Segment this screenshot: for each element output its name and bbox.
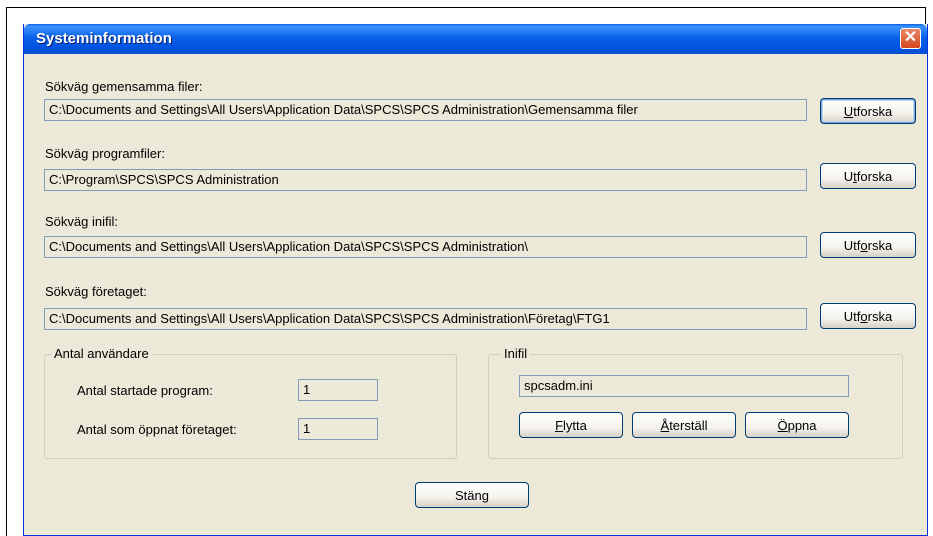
explore-program-files-button[interactable]: Utforska (820, 163, 916, 189)
inifile-group: Inifil spcsadm.ini Flytta Återställ Öppn… (488, 346, 903, 459)
users-group: Antal användare Antal startade program: … (44, 346, 457, 459)
company-path[interactable]: C:\Documents and Settings\All Users\Appl… (44, 308, 807, 330)
inifile-path-label: Sökväg inifil: (45, 214, 118, 229)
company-path-label: Sökväg företaget: (45, 284, 147, 299)
inifile-path[interactable]: C:\Documents and Settings\All Users\Appl… (44, 236, 807, 258)
started-programs-label: Antal startade program: (77, 383, 213, 398)
program-files-path[interactable]: C:\Program\SPCS\SPCS Administration (44, 169, 807, 191)
program-files-label: Sökväg programfiler: (45, 146, 165, 161)
opened-company-value: 1 (298, 418, 378, 440)
close-icon[interactable]: ✕ (900, 28, 921, 49)
explore-inifile-button[interactable]: Utforska (820, 232, 916, 258)
window-title: Systeminformation (36, 30, 172, 47)
opened-company-label: Antal som öppnat företaget: (77, 422, 237, 437)
started-programs-value: 1 (298, 379, 378, 401)
move-button[interactable]: Flytta (519, 412, 623, 438)
common-files-path[interactable]: C:\Documents and Settings\All Users\Appl… (44, 99, 807, 121)
common-files-label: Sökväg gemensamma filer: (45, 79, 203, 94)
inifile-group-title: Inifil (501, 346, 531, 361)
users-group-title: Antal användare (51, 346, 152, 361)
reset-button[interactable]: Återställ (632, 412, 736, 438)
inifile-name: spcsadm.ini (519, 375, 849, 397)
system-info-dialog: Systeminformation ✕ Sökväg gemensamma fi… (23, 24, 928, 536)
title-bar[interactable]: Systeminformation ✕ (24, 24, 927, 54)
open-button[interactable]: Öppna (745, 412, 849, 438)
explore-common-files-button[interactable]: Utforska (820, 98, 916, 124)
close-button[interactable]: Stäng (415, 482, 529, 508)
explore-company-button[interactable]: Utforska (820, 303, 916, 329)
